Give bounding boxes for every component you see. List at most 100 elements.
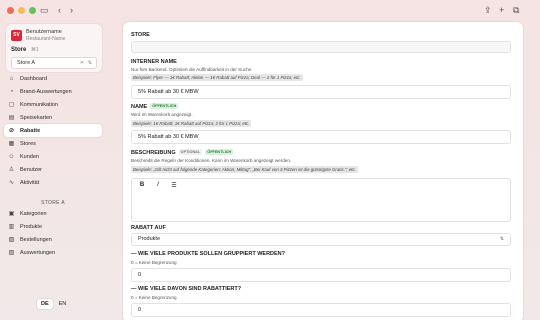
customers-icon: ☺ [8, 153, 15, 160]
sidebar-item-label: Produkte [20, 223, 43, 230]
restaurant-name: Restaurant-Name [26, 36, 66, 42]
app-window: ▭ ‹ › ⇪ + ⧉ SV Benutzername Restaurant-N… [0, 0, 540, 320]
store-label: Store [11, 47, 27, 53]
bold-button[interactable]: B [138, 182, 146, 189]
name-input[interactable]: 5% Rabatt ab 30 € MBW [131, 130, 511, 144]
store-icon: ▦ [8, 141, 15, 147]
sidebar-item-label: Auswertungen [20, 249, 56, 256]
analytics-icon: ◔ [9, 88, 14, 95]
optional-badge: OPTIONAL [178, 149, 203, 155]
sidebar-item-kunden[interactable]: ☺ Kunden [4, 150, 102, 163]
sidebar-item-kommunikation[interactable]: ▢ Kommunikation [4, 98, 102, 111]
lang-en-button[interactable]: EN [55, 299, 71, 309]
sidebar-item-aktivitaet[interactable]: ∿ Aktivität [4, 176, 102, 189]
language-switch: DE EN [37, 299, 70, 309]
public-badge: ÖFFENTLICH [150, 103, 179, 109]
discount-on-label: RABATT AUF [131, 225, 166, 231]
minimize-window-button[interactable] [18, 6, 25, 14]
sidebar-item-label: Kategorien [20, 210, 47, 217]
lang-de-button[interactable]: DE [37, 299, 53, 309]
internal-name-label: INTERNER NAME [131, 59, 177, 65]
clear-icon[interactable]: ✕ [80, 58, 84, 68]
orders-icon: ▧ [8, 237, 15, 243]
sidebar-item-label: Brand-Auswertungen [20, 88, 72, 95]
sidebar-item-label: Bestellungen [20, 236, 52, 243]
menu-card-icon: ▤ [8, 115, 15, 121]
chevron-updown-icon: ⇅ [499, 236, 504, 242]
back-icon[interactable]: ‹ [58, 4, 61, 16]
activity-icon: ∿ [8, 180, 15, 186]
discount-on-value: Produkte [138, 236, 161, 242]
name-hint: Wird im Warenkorb angezeigt. [131, 112, 193, 117]
discounted-count-input[interactable]: 0 [131, 303, 511, 317]
main-nav: ⌂ Dashboard ◔ Brand-Auswertungen ▢ Kommunik… [4, 72, 102, 189]
discounted-count-hint: 0 = Keine Begrenzung [131, 295, 177, 300]
profile-card[interactable]: SV Benutzername Restaurant-Name Store ⌘1… [6, 24, 102, 72]
sidebar: SV Benutzername Restaurant-Name Store ⌘1… [0, 20, 106, 320]
sidebar-item-stores[interactable]: ▦ Stores [4, 137, 102, 150]
sidebar-item-label: Stores [20, 140, 36, 147]
sidebar-item-label: Kunden [20, 153, 39, 160]
avatar: SV [11, 30, 22, 41]
name-label-text: NAME [131, 104, 148, 110]
group-count-hint: 0 = Keine Begrenzung [131, 260, 177, 265]
forward-icon[interactable]: › [70, 4, 73, 16]
category-icon: ▣ [8, 211, 15, 217]
user-name: Benutzername [26, 29, 62, 35]
chevron-updown-icon: ⇅ [87, 60, 92, 66]
sidebar-item-auswertungen[interactable]: ▨ Auswertungen [4, 246, 102, 259]
italic-button[interactable]: I [154, 182, 162, 189]
internal-name-input[interactable]: 5% Rabatt ab 30 € MBW [131, 85, 511, 99]
chat-icon: ▢ [8, 102, 15, 108]
discount-icon: ⊘ [8, 128, 15, 134]
sidebar-item-label: Benutzer [20, 166, 43, 173]
sidebar-item-rabatte[interactable]: ⊘ Rabatte [4, 124, 102, 137]
title-bar: ▭ ‹ › ⇪ + ⧉ [0, 0, 540, 20]
close-window-button[interactable] [7, 6, 14, 14]
sidebar-item-dashboard[interactable]: ⌂ Dashboard [4, 72, 102, 85]
name-label: NAME ÖFFENTLICH [131, 103, 179, 110]
group-count-label: — WIE VIELE PRODUKTE SOLLEN GRUPPIERT WE… [131, 251, 286, 257]
editor-toolbar: B I ☰ [138, 182, 178, 189]
sidebar-item-speisekarten[interactable]: ▤ Speisekarten [4, 111, 102, 124]
new-tab-icon[interactable]: + [499, 4, 504, 16]
store-select[interactable]: Store A ✕ ⇅ [11, 57, 97, 69]
sidebar-item-label: Speisekarten [20, 114, 53, 121]
store-shortcut: ⌘1 [31, 47, 39, 53]
description-example: Beispiele: „Gilt nicht auf folgende Kate… [131, 166, 358, 173]
description-label: BESCHREIBUNG OPTIONAL ÖFFENTLICH [131, 149, 234, 156]
sidebar-item-label: Kommunikation [20, 101, 58, 108]
sidebar-item-benutzer[interactable]: ♙ Benutzer [4, 163, 102, 176]
discount-form: STORE INTERNER NAME Nur fürs Backend. Op… [123, 22, 523, 320]
sidebar-item-bestellungen[interactable]: ▧ Bestellungen [4, 233, 102, 246]
sidebar-item-kategorien[interactable]: ▣ Kategorien [4, 207, 102, 220]
sidebar-item-label: Rabatte [20, 127, 41, 134]
discounted-count-label: — WIE VIELE DAVON SIND RABATTIERT? [131, 286, 242, 292]
sidebar-item-produkte[interactable]: ▥ Produkte [4, 220, 102, 233]
internal-name-example: Beispiele: Flyer — 1€ Rabatt; Aktion — 1… [131, 74, 303, 81]
description-label-text: BESCHREIBUNG [131, 150, 176, 156]
share-icon[interactable]: ⇪ [484, 4, 492, 16]
discount-on-select[interactable]: Produkte ⇅ [131, 233, 511, 246]
description-editor[interactable]: B I ☰ [131, 178, 511, 222]
store-field[interactable] [131, 41, 511, 53]
tabs-overview-icon[interactable]: ⧉ [513, 4, 519, 16]
dashboard-icon: ⌂ [9, 75, 14, 82]
list-icon[interactable]: ☰ [170, 182, 178, 189]
internal-name-hint: Nur fürs Backend. Optimiert die Auffindb… [131, 67, 253, 72]
report-icon: ▨ [8, 250, 15, 256]
maximize-window-button[interactable] [29, 6, 36, 14]
sidebar-item-brand-auswertungen[interactable]: ◔ Brand-Auswertungen [4, 85, 102, 98]
public-badge: ÖFFENTLICH [205, 149, 234, 155]
product-icon: ▥ [8, 224, 15, 230]
description-hint: Beschreibt die Regeln der Konditionen. K… [131, 158, 292, 163]
sidebar-item-label: Dashboard [20, 75, 47, 82]
store-section-title: STORE A [41, 200, 65, 206]
name-example: Beispiele: 1€ Rabatt; 1€ Rabatt auf Pizz… [131, 120, 252, 127]
group-count-input[interactable]: 0 [131, 268, 511, 282]
user-icon: ♙ [8, 167, 15, 173]
window-controls [7, 6, 36, 14]
sidebar-toggle-icon[interactable]: ▭ [40, 4, 49, 16]
store-select-value: Store A [17, 60, 36, 66]
sidebar-item-label: Aktivität [20, 179, 40, 186]
